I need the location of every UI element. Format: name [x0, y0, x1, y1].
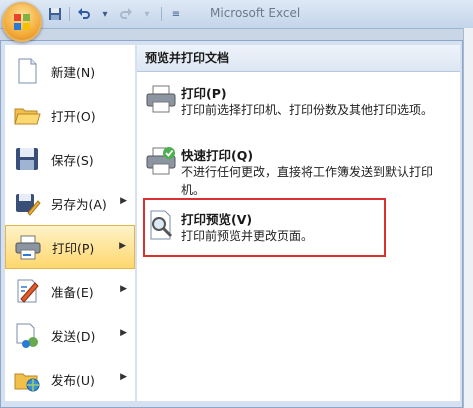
menu-item-label: 打开(O) — [51, 108, 96, 124]
prepare-icon — [13, 277, 41, 305]
option-title: 打印(P) — [181, 86, 227, 101]
send-icon — [13, 321, 41, 349]
quick-print-icon — [145, 145, 177, 177]
submenu-arrow-icon: ▶ — [120, 372, 127, 382]
undo-dropdown-icon[interactable]: ▾ — [96, 5, 114, 23]
option-description: 打印前选择打印机、打印份数及其他打印选项。 — [181, 103, 434, 117]
title-bar: ▾ ▾ ≡ Microsoft Excel — [0, 0, 473, 29]
menu-item-new[interactable]: 新建(N) — [5, 49, 135, 93]
printer-icon — [14, 233, 42, 261]
toolbar-separator — [161, 7, 162, 21]
redo-dropdown-icon[interactable]: ▾ — [138, 5, 156, 23]
window-title: Microsoft Excel — [210, 6, 301, 20]
save-as-icon — [13, 189, 41, 217]
open-folder-icon — [13, 101, 41, 129]
option-print[interactable]: 打印(P) 打印前选择打印机、打印份数及其他打印选项。 — [137, 79, 460, 137]
menu-item-label: 保存(S) — [51, 152, 94, 168]
submenu-arrow-icon: ▶ — [120, 284, 127, 294]
menu-item-publish[interactable]: 发布(U) ▶ — [5, 357, 135, 401]
option-quick-print[interactable]: 快速打印(Q) 不进行任何更改，直接将工作簿发送到默认打印机。 — [137, 141, 460, 199]
undo-icon[interactable] — [75, 5, 93, 23]
redo-icon[interactable] — [117, 5, 135, 23]
publish-icon — [13, 365, 41, 393]
menu-item-label: 新建(N) — [51, 64, 96, 80]
submenu-arrow-icon: ▶ — [120, 196, 127, 206]
toolbar-separator — [69, 7, 70, 21]
submenu-arrow-icon: ▶ — [120, 328, 127, 338]
customize-toolbar-icon[interactable]: ≡ — [167, 5, 185, 23]
menu-item-print[interactable]: 打印(P) ▶ — [5, 225, 135, 269]
menu-item-label: 发布(U) — [51, 372, 95, 388]
office-button[interactable] — [2, 2, 42, 42]
menu-item-save[interactable]: 保存(S) — [5, 137, 135, 181]
menu-item-prepare[interactable]: 准备(E) ▶ — [5, 269, 135, 313]
submenu-header: 预览并打印文档 — [137, 45, 460, 72]
highlight-box — [143, 198, 386, 257]
printer-icon — [145, 83, 177, 115]
option-title: 快速打印(Q) — [181, 148, 254, 163]
submenu-arrow-icon: ▶ — [119, 241, 126, 251]
option-description: 不进行任何更改，直接将工作簿发送到默认打印机。 — [181, 165, 434, 197]
worksheet-edge — [463, 28, 473, 408]
menu-item-save-as[interactable]: 另存为(A) ▶ — [5, 181, 135, 225]
menu-item-label: 另存为(A) — [51, 196, 107, 212]
new-document-icon — [13, 57, 41, 85]
menu-item-label: 准备(E) — [51, 284, 94, 300]
office-menu-commands: 新建(N) 打开(O) 保存(S) 另存为(A) ▶ 打印(P) ▶ 准备(E)… — [5, 45, 135, 401]
menu-item-label: 发送(D) — [51, 328, 96, 344]
save-disk-icon — [13, 145, 41, 173]
menu-item-open[interactable]: 打开(O) — [5, 93, 135, 137]
office-logo-icon — [14, 14, 30, 30]
menu-item-send[interactable]: 发送(D) ▶ — [5, 313, 135, 357]
menu-item-label: 打印(P) — [52, 240, 95, 256]
save-icon[interactable] — [46, 5, 64, 23]
quick-access-toolbar: ▾ ▾ ≡ — [46, 4, 185, 24]
